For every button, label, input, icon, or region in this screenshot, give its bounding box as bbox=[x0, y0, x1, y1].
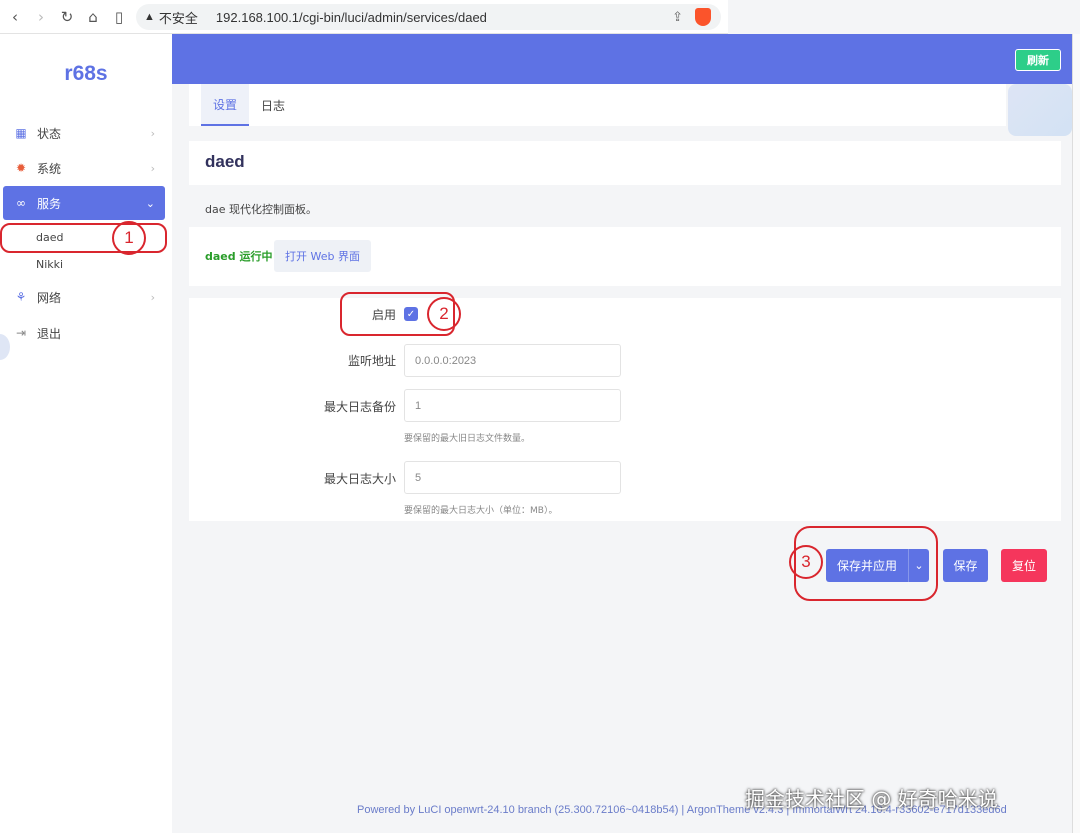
sidebar-item-network[interactable]: ⚘ 网络 › bbox=[3, 280, 165, 314]
back-icon[interactable]: ‹ bbox=[2, 4, 28, 30]
watermark: 掘金技术社区 @ 好奇哈米说 bbox=[745, 787, 998, 811]
chevron-down-icon: ⌄ bbox=[145, 196, 155, 210]
max-log-size-label: 最大日志大小 bbox=[323, 472, 396, 486]
open-web-ui-button[interactable]: 打开 Web 界面 bbox=[274, 240, 371, 272]
sidebar-item-logout[interactable]: ⇥ 退出 bbox=[3, 316, 165, 350]
max-log-backups-input[interactable]: 1 bbox=[404, 389, 621, 422]
link-icon: ∞ bbox=[16, 196, 26, 210]
refresh-button[interactable]: 刷新 bbox=[1015, 49, 1061, 71]
page-description: dae 现代化控制面板。 bbox=[205, 203, 317, 216]
title-card bbox=[189, 141, 1061, 185]
chevron-right-icon: › bbox=[150, 161, 155, 175]
annotation-number-2: 2 bbox=[427, 297, 461, 331]
chevron-right-icon: › bbox=[150, 290, 155, 304]
max-log-size-input[interactable]: 5 bbox=[404, 461, 621, 494]
gear-icon: ✹ bbox=[15, 161, 27, 175]
header-bar bbox=[172, 34, 1072, 84]
window-edge bbox=[1072, 34, 1080, 833]
reload-icon[interactable]: ↻ bbox=[54, 4, 80, 30]
sidebar-item-label: 退出 bbox=[37, 326, 62, 341]
annotation-number-1: 1 bbox=[112, 221, 146, 255]
max-log-backups-label: 最大日志备份 bbox=[323, 400, 396, 414]
sidebar: r68s ▦ 状态 › ✹ 系统 › ∞ 服务 ⌄ daed Nikki ⚘ 网… bbox=[0, 34, 172, 833]
max-log-size-hint: 要保留的最大日志大小（单位：MB）。 bbox=[404, 506, 558, 516]
sidebar-item-label: 状态 bbox=[37, 126, 62, 141]
dashboard-icon: ▦ bbox=[15, 126, 27, 140]
sidebar-item-label: 系统 bbox=[37, 161, 62, 176]
sidebar-item-status[interactable]: ▦ 状态 › bbox=[3, 116, 165, 150]
blurred-overlay bbox=[1008, 84, 1072, 136]
sidebar-item-label: 网络 bbox=[37, 290, 62, 305]
share-icon[interactable]: ⇪ bbox=[672, 9, 683, 25]
brave-shield-icon[interactable] bbox=[695, 8, 711, 26]
browser-toolbar: ‹ › ↻ ⌂ ▯ ▲ 不安全 192.168.100.1/cgi-bin/lu… bbox=[0, 0, 728, 34]
page-title: daed bbox=[205, 152, 245, 171]
insecure-label: 不安全 bbox=[158, 10, 198, 26]
sidebar-item-label: 服务 bbox=[37, 196, 62, 211]
sidebar-item-system[interactable]: ✹ 系统 › bbox=[3, 151, 165, 185]
tab-settings[interactable]: 设置 bbox=[201, 84, 250, 126]
logo[interactable]: r68s bbox=[0, 62, 172, 86]
listen-address-label: 监听地址 bbox=[347, 354, 396, 368]
forward-icon[interactable]: › bbox=[28, 4, 54, 30]
chevron-right-icon: › bbox=[150, 126, 155, 140]
save-button[interactable]: 保存 bbox=[943, 549, 988, 582]
reset-button[interactable]: 复位 bbox=[1001, 549, 1047, 582]
max-log-backups-hint: 要保留的最大旧日志文件数量。 bbox=[404, 434, 531, 444]
warning-icon: ▲ bbox=[144, 11, 155, 23]
sitemap-icon: ⚘ bbox=[15, 290, 27, 304]
sidebar-subitem-nikki[interactable]: Nikki bbox=[36, 258, 63, 271]
annotation-number-3: 3 bbox=[789, 545, 823, 579]
listen-address-input[interactable]: 0.0.0.0:2023 bbox=[404, 344, 621, 377]
bookmark-icon[interactable]: ▯ bbox=[106, 4, 132, 30]
tab-log[interactable]: 日志 bbox=[249, 84, 297, 126]
home-icon[interactable]: ⌂ bbox=[80, 4, 106, 30]
address-bar[interactable]: ▲ 不安全 192.168.100.1/cgi-bin/luci/admin/s… bbox=[136, 4, 721, 30]
tab-bar: 设置 日志 bbox=[189, 84, 1006, 126]
sidebar-item-services[interactable]: ∞ 服务 ⌄ bbox=[3, 186, 165, 220]
logout-icon: ⇥ bbox=[15, 326, 27, 340]
url-text[interactable]: 192.168.100.1/cgi-bin/luci/admin/service… bbox=[216, 10, 487, 25]
running-status: daed 运行中 bbox=[205, 250, 273, 263]
